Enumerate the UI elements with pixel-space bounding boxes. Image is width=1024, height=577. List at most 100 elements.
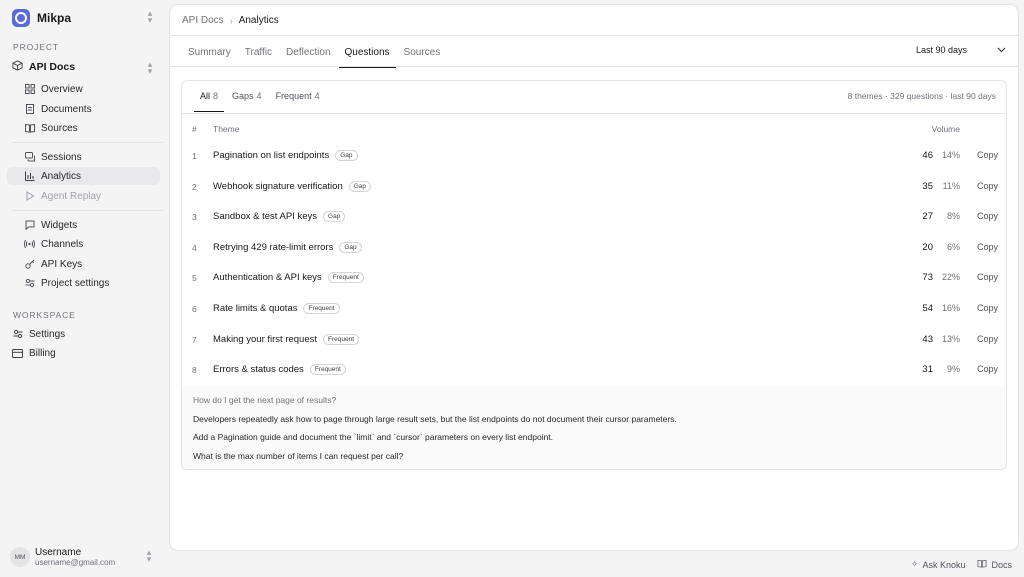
user-info: Username username@gmail.com xyxy=(35,547,115,567)
project-name: API Docs xyxy=(29,61,76,73)
filter-tab-frequent[interactable]: Frequent 4 xyxy=(270,89,326,109)
breadcrumb: API Docs › Analytics xyxy=(182,15,279,26)
detail-question: How do I get the next page of results? xyxy=(193,395,337,405)
ask-knoku-link[interactable]: ✧ Ask Knoku xyxy=(911,559,966,570)
copy-button[interactable]: Copy xyxy=(977,303,998,313)
sidebar-item-analytics[interactable]: Analytics xyxy=(7,167,160,185)
org-name: Mikpa xyxy=(37,11,72,25)
sidebar-item-sources[interactable]: Sources xyxy=(24,119,160,137)
chat-icon xyxy=(24,152,35,163)
sidebar-item-label: Sessions xyxy=(41,151,82,163)
sidebar-item-documents[interactable]: Documents xyxy=(24,100,160,118)
sidebar-item-sessions[interactable]: Sessions xyxy=(24,148,160,166)
sidebar-item-api-keys[interactable]: API Keys xyxy=(24,255,160,273)
detail-insight: Developers repeatedly ask how to page th… xyxy=(193,414,677,424)
theme-badge: Frequent xyxy=(303,303,340,314)
chevron-up-down-icon: ▴ ▾ xyxy=(147,8,153,25)
filter-tabs: All 8 Gaps 4 Frequent 4 xyxy=(194,89,328,112)
copy-button[interactable]: Copy xyxy=(977,334,998,344)
docs-link[interactable]: Docs xyxy=(977,559,1012,570)
theme-label: Pagination on list endpoints xyxy=(213,150,330,161)
table-row[interactable]: 5 Authentication & API keys Frequent 73 22% C… xyxy=(182,263,1006,294)
table-row[interactable]: 2 Webhook signature verification Gap 35 11% C… xyxy=(182,172,1006,203)
column-header-num: # xyxy=(192,124,197,134)
document-icon xyxy=(24,104,35,115)
broadcast-icon xyxy=(24,239,35,250)
theme-label: Making your first request xyxy=(213,333,318,345)
copy-button[interactable]: Copy xyxy=(977,150,998,160)
row-theme: Webhook signature verification Gap xyxy=(213,180,372,192)
org-logo xyxy=(12,9,30,27)
chevron-up-down-icon: ▴ ▾ xyxy=(147,59,153,76)
theme-detail-panel: How do I get the next page of results? D… xyxy=(182,386,1006,469)
sidebar-divider xyxy=(12,210,163,211)
sidebar-item-project-settings[interactable]: Project settings xyxy=(24,274,160,292)
card-divider xyxy=(182,113,1006,114)
sidebar-item-overview[interactable]: Overview xyxy=(24,80,160,98)
table-row[interactable]: 7 Making your first request Frequent 43 13% C… xyxy=(182,325,1006,356)
copy-button[interactable]: Copy xyxy=(977,364,998,374)
row-theme: Pagination on list endpoints Gap xyxy=(213,150,358,161)
sidebar-item-billing[interactable]: Billing xyxy=(12,344,160,362)
copy-button[interactable]: Copy xyxy=(977,211,998,221)
sidebar-item-label: API Keys xyxy=(41,258,83,270)
date-range-select[interactable]: Last 90 days xyxy=(916,41,1006,59)
sidebar-item-label: Documents xyxy=(41,103,92,115)
copy-button[interactable]: Copy xyxy=(977,272,998,282)
copy-button[interactable]: Copy xyxy=(977,181,998,191)
table-row[interactable]: 1 Pagination on list endpoints Gap 46 14% Cop… xyxy=(182,141,1006,172)
sidebar-item-channels[interactable]: Channels xyxy=(24,235,160,253)
table-row[interactable]: 3 Sandbox & test API keys Gap 27 8% Copy xyxy=(182,202,1006,233)
row-theme: Authentication & API keys Frequent xyxy=(213,272,364,284)
row-number: 6 xyxy=(192,304,197,314)
sidebar-item-label: Agent Replay xyxy=(41,190,102,202)
analytics-tabs: Summary Traffic Deflection Questions Sou… xyxy=(182,43,448,68)
tab-traffic[interactable]: Traffic xyxy=(239,43,278,67)
filter-tab-gaps[interactable]: Gaps 4 xyxy=(226,89,268,109)
sidebar-item-label: Billing xyxy=(29,347,56,359)
table-row[interactable]: 4 Retrying 429 rate-limit errors Gap 20 6% Co… xyxy=(182,233,1006,264)
org-switcher[interactable]: Mikpa ▴ ▾ xyxy=(12,8,157,28)
sidebar-item-label: Sources xyxy=(41,122,78,134)
tab-deflection[interactable]: Deflection xyxy=(280,43,336,67)
table-row[interactable]: 6 Rate limits & quotas Frequent 54 16% Copy xyxy=(182,294,1006,325)
filter-tab-count: 4 xyxy=(256,91,262,101)
theme-label: Authentication & API keys xyxy=(213,272,322,284)
filter-tab-count: 8 xyxy=(213,91,219,101)
row-volume-count: 35 xyxy=(922,180,933,192)
credit-card-icon xyxy=(12,348,23,359)
theme-badge: Gap xyxy=(323,211,346,223)
theme-badge: Gap xyxy=(339,241,362,253)
theme-badge: Frequent xyxy=(323,333,360,345)
row-volume-percent: 8% xyxy=(946,211,960,222)
section-label-project: PROJECT xyxy=(13,42,59,52)
sidebar-item-label: Analytics xyxy=(41,170,82,182)
table-row[interactable]: 8 Errors & status codes Frequent 31 9% Copy xyxy=(182,355,1006,386)
tab-summary[interactable]: Summary xyxy=(182,43,237,67)
sidebar-item-agent-replay[interactable]: Agent Replay xyxy=(24,187,160,205)
cube-icon xyxy=(12,60,23,74)
bar-chart-icon xyxy=(24,171,35,182)
user-menu[interactable]: MM Username username@gmail.com ▴ ▾ xyxy=(10,545,160,569)
chevron-down-icon xyxy=(997,45,1006,55)
sidebar-item-widgets[interactable]: Widgets xyxy=(24,216,160,234)
sidebar-item-label: Widgets xyxy=(41,219,78,231)
theme-label: Rate limits & quotas xyxy=(213,303,298,314)
tab-sources[interactable]: Sources xyxy=(398,43,447,67)
book-icon xyxy=(977,559,987,570)
filter-tab-all[interactable]: All 8 xyxy=(194,89,225,112)
sliders-icon xyxy=(24,278,35,289)
key-icon xyxy=(24,259,35,270)
sidebar-item-settings[interactable]: Settings xyxy=(12,325,160,343)
row-volume-percent: 13% xyxy=(941,333,960,344)
theme-label: Webhook signature verification xyxy=(213,180,343,192)
copy-button[interactable]: Copy xyxy=(977,242,998,252)
sidebar-item-label: Settings xyxy=(29,328,66,340)
row-theme: Sandbox & test API keys Gap xyxy=(213,211,346,223)
breadcrumb-parent[interactable]: API Docs xyxy=(182,15,224,26)
section-label-workspace: WORKSPACE xyxy=(13,310,76,320)
sidebar-item-label: Overview xyxy=(41,83,83,95)
tab-questions[interactable]: Questions xyxy=(338,43,396,68)
project-switcher[interactable]: API Docs ▴ ▾ xyxy=(12,59,157,76)
book-icon xyxy=(24,123,35,134)
